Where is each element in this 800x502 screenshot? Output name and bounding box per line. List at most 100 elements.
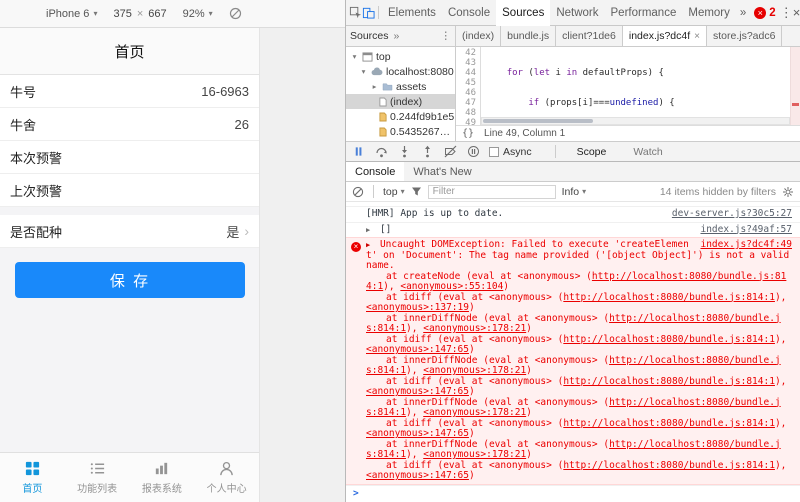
tree-item-top[interactable]: ▾ top — [346, 49, 455, 64]
file-tab-store[interactable]: store.js?adc6 — [707, 26, 783, 46]
tab-personal-center[interactable]: 个人中心 — [194, 453, 259, 502]
stack-link[interactable]: <anonymous>:178:21 — [423, 365, 526, 376]
kebab-menu-icon[interactable]: ⋮ — [441, 30, 452, 42]
console-filter-input[interactable] — [427, 184, 556, 199]
stack-link[interactable]: <anonymous>:55:104 — [400, 281, 503, 292]
viewport-height[interactable]: 667 — [148, 8, 166, 20]
tab-sources[interactable]: Sources — [496, 0, 551, 26]
drawer-tab-whats-new[interactable]: What's New — [404, 162, 480, 181]
debugger-toolbar: Async Scope Watch — [346, 141, 800, 162]
console-messages[interactable]: log-apply-result.js?4cf8:28 [HMR] Consid… — [346, 202, 800, 502]
tab-function-list[interactable]: 功能列表 — [65, 453, 130, 502]
async-checkbox[interactable]: Async — [489, 146, 532, 158]
device-toolbar-toggle-icon[interactable] — [362, 2, 375, 24]
tab-memory[interactable]: Memory — [682, 0, 736, 26]
zoom-select[interactable]: 92% ▾ — [183, 8, 213, 20]
stack-link[interactable]: http://localhost:8080/bundle.js:814:1 — [563, 334, 775, 345]
viewport-width[interactable]: 375 — [113, 8, 131, 20]
expand-icon[interactable]: ▶ — [366, 241, 370, 249]
error-count-badge[interactable]: × 2 — [750, 6, 779, 19]
throttling-disabled-icon[interactable] — [229, 7, 242, 20]
line-number: 46 — [465, 88, 476, 98]
source-link[interactable]: index.js?49af:57 — [700, 224, 792, 236]
file-tab-bundle[interactable]: bundle.js — [501, 26, 557, 46]
source-link[interactable]: dev-server.js?30c5:27 — [672, 208, 792, 220]
drawer-tab-console[interactable]: Console — [346, 162, 405, 181]
file-tab-label: store.js?adc6 — [713, 30, 776, 42]
more-panels-button[interactable]: » — [736, 7, 750, 19]
stack-link[interactable]: <anonymous>:147:65 — [366, 386, 469, 397]
stack-link[interactable]: <anonymous>:178:21 — [423, 407, 526, 418]
line-number-gutter[interactable]: 42 43 44 45 46 47 48 49 — [456, 47, 481, 125]
tree-item-index[interactable]: (index) — [346, 94, 455, 109]
zoom-value: 92% — [182, 7, 205, 20]
file-tab-index[interactable]: (index) — [456, 26, 502, 46]
tab-label: 首页 — [22, 484, 43, 495]
console-settings-gear-icon[interactable] — [782, 186, 794, 198]
stack-link[interactable]: <anonymous>:178:21 — [423, 323, 526, 334]
tree-item-chunk[interactable]: 0.244fd9b1e5 — [346, 109, 455, 124]
editor-horizontal-scrollbar[interactable] — [481, 117, 790, 125]
close-devtools-icon[interactable]: × — [793, 2, 800, 24]
tab-home[interactable]: 首页 — [0, 453, 65, 502]
tab-performance[interactable]: Performance — [605, 0, 683, 26]
step-into-icon[interactable] — [397, 145, 411, 159]
tab-report-system[interactable]: 报表系统 — [130, 453, 195, 502]
pause-icon[interactable] — [351, 145, 365, 159]
more-tabs-icon[interactable]: » — [394, 30, 400, 42]
save-button[interactable]: 保 存 — [15, 262, 245, 298]
expand-icon[interactable]: ▶ — [366, 226, 370, 234]
tab-scope[interactable]: Scope — [568, 146, 616, 158]
tab-console[interactable]: Console — [442, 0, 496, 26]
field-value[interactable]: 26 — [235, 117, 249, 132]
log-level-select[interactable]: Info ▾ — [562, 186, 587, 198]
stack-link[interactable]: http://localhost:8080/bundle.js:814:1 — [563, 292, 775, 303]
deactivate-breakpoints-icon[interactable] — [443, 145, 457, 159]
stack-link[interactable]: <anonymous>:147:65 — [366, 470, 469, 481]
form-row-breeding-picker[interactable]: 是否配种 是 › — [0, 215, 259, 248]
filter-icon[interactable] — [411, 186, 422, 197]
inspect-icon[interactable] — [349, 2, 362, 24]
field-value[interactable]: 16-6963 — [201, 84, 249, 99]
tab-elements[interactable]: Elements — [382, 0, 442, 26]
stack-link[interactable]: http://localhost:8080/bundle.js:814:1 — [563, 376, 775, 387]
sidebar-tab-sources[interactable]: Sources — [350, 30, 389, 42]
step-out-icon[interactable] — [420, 145, 434, 159]
form-row-cow-number: 牛号 16-6963 — [0, 75, 259, 108]
checkbox[interactable] — [489, 146, 499, 157]
file-tab-indexjs[interactable]: index.js?dc4f × — [622, 26, 707, 46]
close-tab-icon[interactable]: × — [694, 31, 700, 42]
clear-console-icon[interactable] — [352, 186, 364, 198]
file-tab-client[interactable]: client?1de6 — [556, 26, 623, 46]
code-editor[interactable]: 42 43 44 45 46 47 48 49 for (let i in de… — [456, 47, 800, 125]
editor-vertical-scrollbar[interactable] — [790, 47, 800, 125]
tree-label: assets — [396, 80, 427, 93]
tab-network[interactable]: Network — [550, 0, 604, 26]
sources-panel: Sources » ⋮ ▾ top ▾ localhost:8080 ▸ ass… — [346, 26, 800, 141]
pretty-print-button[interactable]: {} — [462, 128, 474, 139]
tree-item-assets[interactable]: ▸ assets — [346, 79, 455, 94]
kebab-menu-icon[interactable]: ⋮ — [780, 2, 793, 24]
stack-link[interactable]: <anonymous>:147:65 — [366, 344, 469, 355]
stack-link[interactable]: <anonymous>:147:65 — [366, 428, 469, 439]
console-scroll-content: log-apply-result.js?4cf8:28 [HMR] Consid… — [346, 202, 800, 502]
step-over-icon[interactable] — [374, 145, 388, 159]
sources-sidebar-header: Sources » ⋮ — [346, 26, 455, 47]
pause-on-exceptions-icon[interactable] — [466, 145, 480, 159]
device-select[interactable]: iPhone 6 ▾ — [46, 8, 97, 20]
console-toolbar: top ▾ Info ▾ 14 items hidden by filters — [346, 182, 800, 202]
device-name: iPhone 6 — [46, 7, 90, 20]
stack-link[interactable]: <anonymous>:137:19 — [366, 302, 469, 313]
stack-link[interactable]: <anonymous>:178:21 — [423, 449, 526, 460]
stack-link[interactable]: http://localhost:8080/bundle.js:814:1 — [563, 418, 775, 429]
scrollbar-thumb[interactable] — [483, 119, 593, 123]
console-error-message: × index.js?dc4f:49 ▶ Uncaught DOMExcepti… — [346, 237, 800, 485]
stack-link[interactable]: http://localhost:8080/bundle.js:814:1 — [563, 460, 775, 471]
console-prompt[interactable]: > — [346, 484, 800, 502]
tab-watch[interactable]: Watch — [624, 146, 671, 158]
execution-context-select[interactable]: top ▾ — [383, 186, 405, 198]
tab-label: 功能列表 — [77, 484, 118, 495]
tree-label: localhost:8080 — [386, 65, 454, 78]
tree-item-localhost[interactable]: ▾ localhost:8080 — [346, 64, 455, 79]
tree-item-chunk[interactable]: 0.54352670b9 — [346, 124, 455, 139]
